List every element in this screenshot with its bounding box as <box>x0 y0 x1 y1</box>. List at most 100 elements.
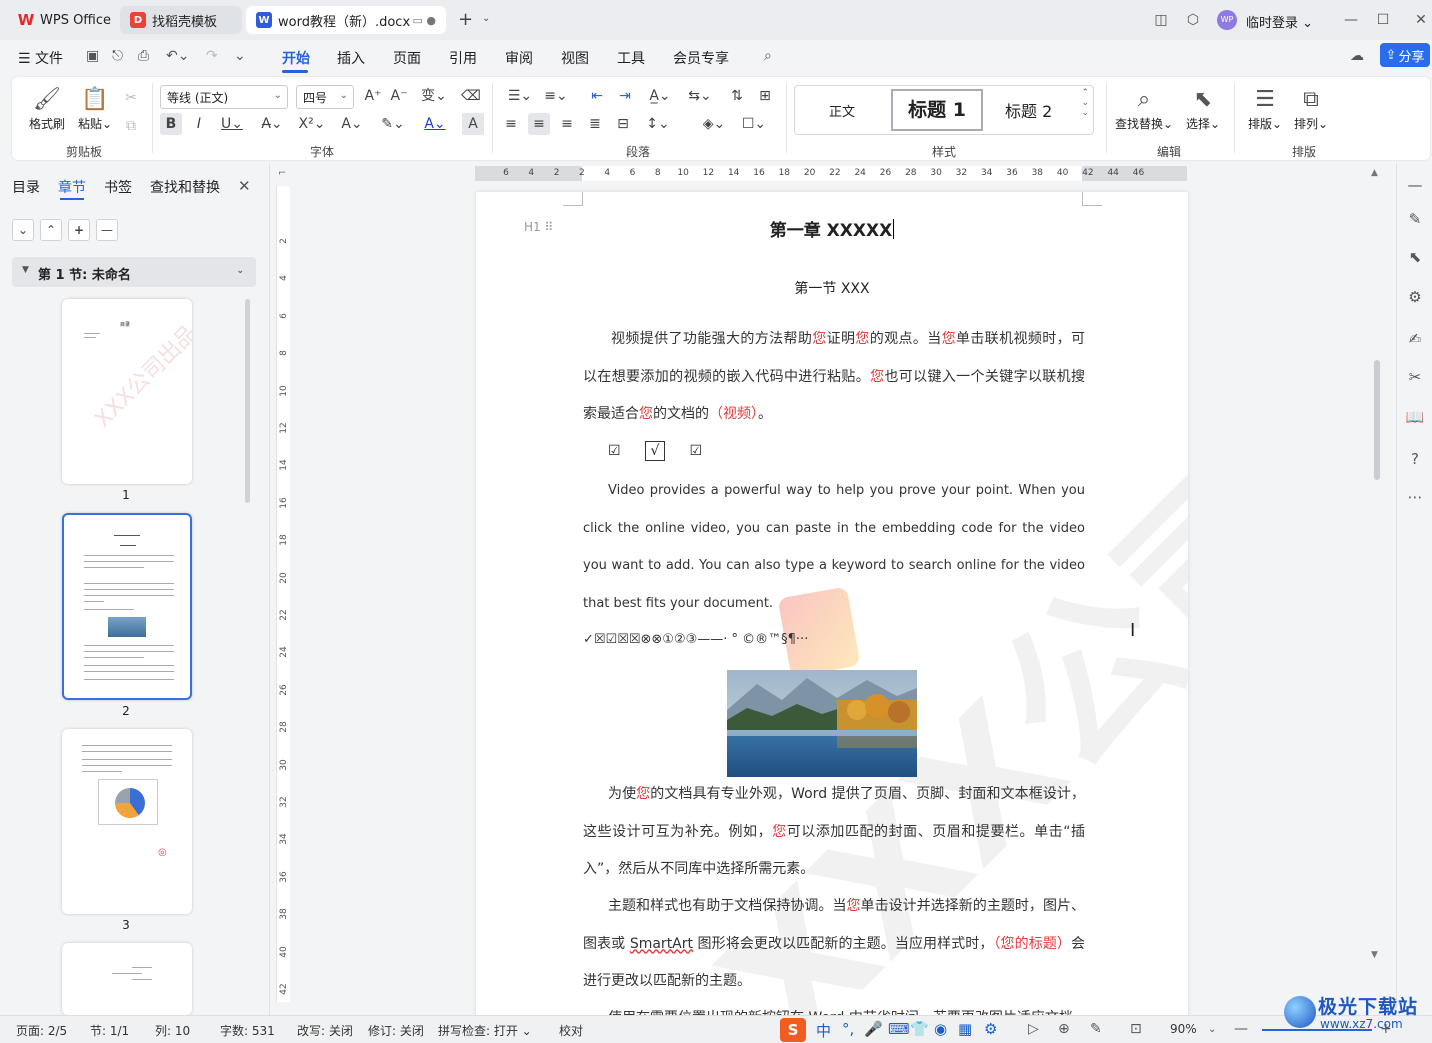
nav-tab-find-replace[interactable]: 查找和替换 <box>150 177 220 197</box>
cube-icon[interactable]: ⬡ <box>1184 11 1202 29</box>
adjust-icon[interactable]: ⚙ <box>1405 287 1425 307</box>
italic-button[interactable]: I <box>188 113 210 135</box>
phonetic-guide-icon[interactable]: 变⌄ <box>416 85 452 107</box>
chevron-down-icon[interactable]: ⌄ <box>1208 1024 1216 1035</box>
bullet-list-icon[interactable]: ☰⌄ <box>504 85 536 107</box>
menu-review[interactable]: 审阅 <box>505 48 533 68</box>
reader-icon[interactable]: 📖 <box>1405 407 1425 427</box>
find-replace-button[interactable]: ⌕ 查找替换⌄ <box>1114 85 1174 132</box>
edit-icon[interactable]: ✎ <box>1090 1021 1102 1037</box>
nav-scrollbar[interactable] <box>245 299 250 503</box>
avatar[interactable]: WP <box>1217 10 1237 30</box>
sort-icon[interactable]: ⇅ <box>726 85 748 107</box>
collapse-icon[interactable]: — <box>1405 175 1425 195</box>
align-left-icon[interactable]: ≡ <box>500 113 522 135</box>
status-spellcheck[interactable]: 拼写检查: 打开 ⌄ <box>438 1022 532 1039</box>
tab-wps-office[interactable]: W WPS Office <box>8 6 114 34</box>
menu-page[interactable]: 页面 <box>393 48 421 68</box>
arrange-button[interactable]: ⧉ 排列⌄ <box>1288 85 1334 132</box>
gamepad-icon[interactable]: ◉ <box>934 1020 947 1038</box>
ruler-toggle-icon[interactable]: ⌐ <box>278 168 286 179</box>
justify-icon[interactable]: ≣ <box>584 113 606 135</box>
ime-mode[interactable]: 中 <box>816 1020 831 1041</box>
file-menu[interactable]: ☰ 文件 <box>18 48 63 68</box>
minimize-icon[interactable]: — <box>1342 11 1360 29</box>
help-icon[interactable]: ? <box>1405 449 1425 469</box>
tab-document[interactable]: W word教程（新）.docx ▭ ● <box>246 6 446 34</box>
status-overtype[interactable]: 改写: 关闭 <box>297 1022 353 1039</box>
scroll-up-icon[interactable]: ▲ <box>1371 168 1378 178</box>
share-button[interactable]: ⇪ 分享 <box>1380 43 1430 67</box>
menu-view[interactable]: 视图 <box>561 48 589 68</box>
pen-icon[interactable]: ✎ <box>1405 209 1425 229</box>
fit-page-icon[interactable]: ⊡ <box>1130 1021 1142 1037</box>
punctuation-icon[interactable]: °, <box>842 1020 854 1038</box>
layout-button[interactable]: ☰ 排版⌄ <box>1242 85 1288 132</box>
shrink-font-icon[interactable]: A⁻ <box>388 85 410 107</box>
page-thumbnail-2[interactable] <box>62 513 192 700</box>
align-right-icon[interactable]: ≡ <box>556 113 578 135</box>
decrease-indent-icon[interactable]: ⇤ <box>586 85 608 107</box>
status-section[interactable]: 节: 1/1 <box>90 1022 129 1039</box>
grow-font-icon[interactable]: A⁺ <box>362 85 384 107</box>
highlight-button[interactable]: ✎⌄ <box>376 113 410 135</box>
landscape-image[interactable] <box>727 670 917 777</box>
horizontal-ruler[interactable]: 6 4 2 2 4 6 8 10 12 14 16 18 20 22 24 26 28 30 32 34 36 38 40 4… <box>475 166 1187 181</box>
tab-options-icon[interactable]: ▭ ● <box>413 14 437 27</box>
nav-tab-toc[interactable]: 目录 <box>12 177 40 197</box>
menu-member[interactable]: 会员专享 <box>673 48 729 68</box>
line-spacing-icon[interactable]: ↕⌄ <box>642 113 674 135</box>
vertical-ruler[interactable]: 2 4 6 8 10 12 14 16 18 20 22 24 26 28 30 32 34 36 38 40 42 <box>276 186 290 1002</box>
chevron-down-icon[interactable]: ⌄ <box>482 13 490 24</box>
maximize-icon[interactable]: ☐ <box>1374 11 1392 29</box>
status-column[interactable]: 列: 10 <box>155 1022 190 1039</box>
bold-button[interactable]: B <box>160 113 182 135</box>
page-thumbnail-1[interactable]: 目录 XXX公司出品 <box>62 299 192 484</box>
paragraph-3[interactable]: 为使您的文档具有专业外观，Word 提供了页眉、页脚、封面和文本框设计，这些设计… <box>583 776 1085 889</box>
eraser-icon[interactable]: ⌫ <box>460 85 482 107</box>
pointer-icon[interactable]: ⬉ <box>1405 247 1425 267</box>
underline-button[interactable]: U⌄ <box>216 113 248 135</box>
new-tab-button[interactable]: + <box>458 9 473 30</box>
more-icon[interactable]: ⋯ <box>1405 487 1425 507</box>
nav-tab-bookmarks[interactable]: 书签 <box>104 177 132 197</box>
select-button[interactable]: ⬉ 选择⌄ <box>1180 85 1226 132</box>
status-proofread[interactable]: 校对 <box>559 1022 583 1039</box>
format-painter-button[interactable]: 🖌 格式刷 <box>24 85 70 132</box>
chapter-title[interactable]: 第一章 XXXXX <box>476 216 1188 241</box>
search-icon[interactable]: ⌕ <box>764 48 772 64</box>
chevron-down-icon[interactable]: ⌄ <box>234 48 246 64</box>
status-page[interactable]: 页面: 2/5 <box>16 1022 67 1039</box>
output-icon[interactable]: ⎋ <box>112 48 123 64</box>
copy-icon[interactable]: ⧉ <box>120 115 142 137</box>
scroll-down-icon[interactable]: ▼ <box>1371 950 1378 960</box>
status-word-count[interactable]: 字数: 531 <box>220 1022 275 1039</box>
menu-references[interactable]: 引用 <box>449 48 477 68</box>
settings-icon[interactable]: ⚙ <box>984 1020 997 1038</box>
vertical-scrollbar[interactable] <box>1374 360 1380 480</box>
page-thumbnail-3[interactable]: ◎ <box>62 729 192 914</box>
superscript-button[interactable]: X²⌄ <box>296 113 328 135</box>
grid-icon[interactable]: ▦ <box>958 1020 972 1038</box>
ime-logo-icon[interactable]: S <box>780 1018 806 1042</box>
add-section-button[interactable]: + <box>68 219 90 241</box>
nav-tab-sections[interactable]: 章节 <box>58 177 86 197</box>
close-icon[interactable]: ✕ <box>1412 11 1430 29</box>
ai-write-icon[interactable]: ✍ <box>1405 329 1425 349</box>
zoom-out-icon[interactable]: — <box>1234 1021 1248 1037</box>
chat-icon[interactable]: ☁ <box>1350 48 1364 64</box>
paragraph-english[interactable]: Video provides a powerful way to help yo… <box>583 472 1085 622</box>
menu-home[interactable]: 开始 <box>282 48 310 68</box>
paste-button[interactable]: 📋 粘贴⌄ <box>72 85 118 132</box>
menu-insert[interactable]: 插入 <box>337 48 365 68</box>
distributed-icon[interactable]: ⊟ <box>612 113 634 135</box>
zoom-level[interactable]: 90% <box>1170 1022 1197 1036</box>
strikethrough-button[interactable]: A̶⌄ <box>256 113 288 135</box>
increase-indent-icon[interactable]: ⇥ <box>614 85 636 107</box>
page-thumbnail-4[interactable] <box>62 943 192 1015</box>
show-marks-icon[interactable]: ⊞ <box>754 85 776 107</box>
login-label[interactable]: 临时登录 ⌄ <box>1246 12 1313 31</box>
keyboard-icon[interactable]: ⌨ <box>888 1020 910 1038</box>
style-heading-1[interactable]: 标题 1 <box>891 89 983 131</box>
cut-icon[interactable]: ✂ <box>120 87 142 109</box>
